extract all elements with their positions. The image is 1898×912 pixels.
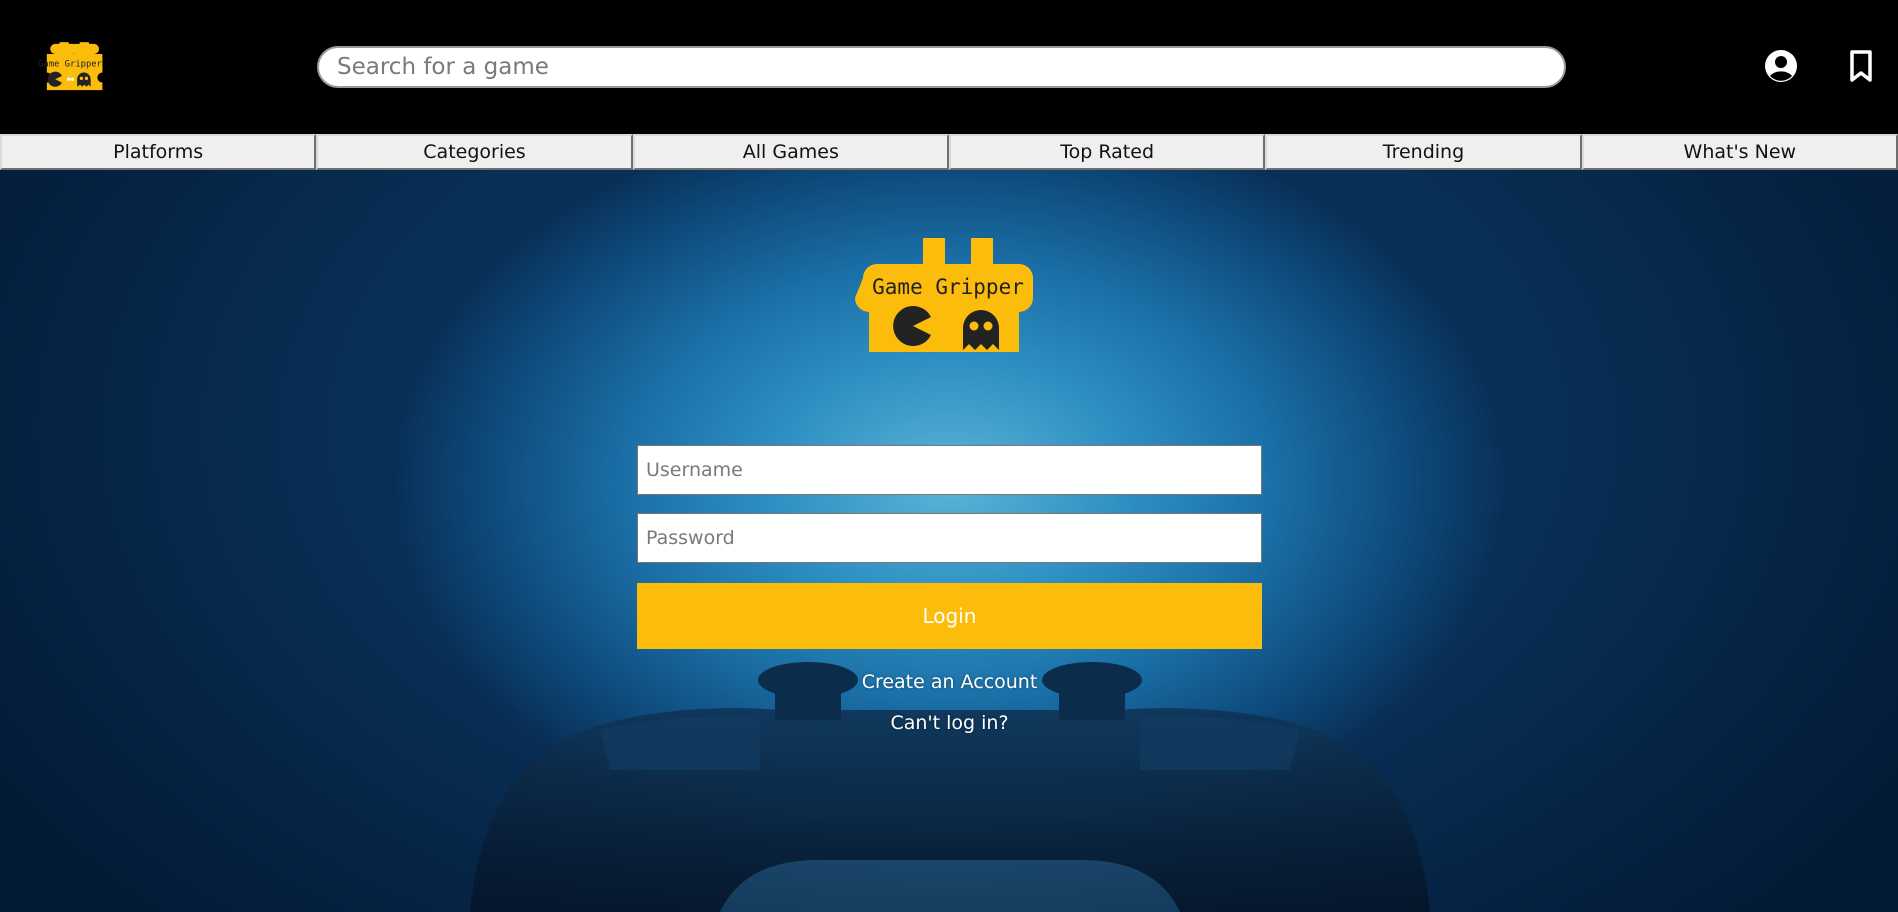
svg-text:Game Gripper: Game Gripper bbox=[872, 275, 1024, 299]
password-input[interactable] bbox=[638, 514, 1261, 562]
game-gripper-logo-large: Game Gripper bbox=[855, 238, 1033, 352]
search-input[interactable] bbox=[319, 48, 1564, 86]
top-header: Game Gripper bbox=[0, 0, 1898, 134]
username-input[interactable] bbox=[638, 446, 1261, 494]
login-button[interactable]: Login bbox=[637, 583, 1262, 649]
password-field[interactable] bbox=[637, 513, 1262, 563]
login-form: Login Create an Account Can't log in? bbox=[637, 445, 1262, 734]
nav-all-games[interactable]: All Games bbox=[632, 134, 949, 170]
bookmark-icon[interactable] bbox=[1843, 48, 1879, 84]
account-circle-icon[interactable] bbox=[1763, 48, 1799, 84]
nav-trending[interactable]: Trending bbox=[1265, 134, 1582, 170]
create-account-link[interactable]: Create an Account bbox=[637, 671, 1262, 693]
cant-log-in-link[interactable]: Can't log in? bbox=[637, 712, 1262, 734]
nav-top-rated[interactable]: Top Rated bbox=[948, 134, 1266, 170]
nav-categories[interactable]: Categories bbox=[316, 134, 633, 170]
nav-platforms[interactable]: Platforms bbox=[0, 134, 317, 170]
search-bar[interactable] bbox=[317, 46, 1566, 88]
category-nav: Platforms Categories All Games Top Rated… bbox=[0, 134, 1898, 170]
game-gripper-logo[interactable]: Game Gripper bbox=[30, 40, 110, 94]
svg-text:Game Gripper: Game Gripper bbox=[38, 60, 102, 70]
username-field[interactable] bbox=[637, 445, 1262, 495]
nav-whats-new[interactable]: What's New bbox=[1581, 134, 1898, 170]
login-hero: Game Gripper Login Create an Account Can… bbox=[0, 170, 1898, 912]
